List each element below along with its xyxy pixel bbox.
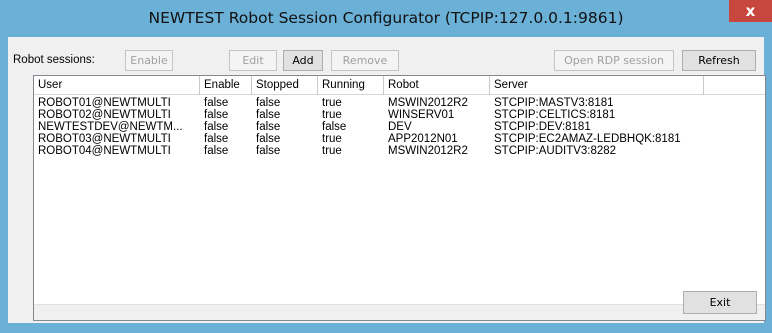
table-header: User Enable Stopped Running Robot Server (34, 76, 765, 95)
cell-enable: false (204, 121, 229, 133)
cell-enable: false (204, 97, 229, 109)
cell-server: STCPIP:DEV:8181 (494, 121, 591, 133)
cell-running: true (322, 145, 342, 157)
cell-user: ROBOT03@NEWTMULTI (38, 133, 171, 145)
cell-server: STCPIP:MASTV3:8181 (494, 97, 614, 109)
table-row[interactable]: ROBOT04@NEWTMULTI false false true MSWIN… (34, 145, 765, 157)
column-header-running[interactable]: Running (318, 76, 384, 95)
cell-running: false (322, 121, 347, 133)
cell-server: STCPIP:AUDITV3:8282 (494, 145, 617, 157)
client-area: Robot sessions: Enable Edit Add Remove O… (8, 37, 766, 323)
cell-running: true (322, 133, 342, 145)
cell-enable: false (204, 145, 229, 157)
enable-button[interactable]: Enable (125, 50, 173, 71)
cell-user: ROBOT04@NEWTMULTI (38, 145, 171, 157)
close-button[interactable]: x (729, 0, 772, 22)
cell-user: ROBOT01@NEWTMULTI (38, 97, 171, 109)
edit-button[interactable]: Edit (229, 50, 277, 71)
open-rdp-session-button[interactable]: Open RDP session (554, 50, 674, 71)
sessions-table[interactable]: User Enable Stopped Running Robot Server… (33, 75, 766, 321)
cell-running: true (322, 97, 342, 109)
table-row[interactable]: ROBOT03@NEWTMULTI false false true APP20… (34, 133, 765, 145)
cell-stopped: false (256, 109, 281, 121)
cell-server: STCPIP:EC2AMAZ-LEDBHQK:8181 (494, 133, 681, 145)
app-window: NEWTEST Robot Session Configurator (TCPI… (0, 0, 772, 333)
cell-stopped: false (256, 145, 281, 157)
title-bar[interactable]: NEWTEST Robot Session Configurator (TCPI… (0, 0, 772, 37)
cell-robot: MSWIN2012R2 (388, 97, 468, 109)
column-header-server[interactable]: Server (490, 76, 704, 95)
cell-enable: false (204, 133, 229, 145)
table-row[interactable]: ROBOT01@NEWTMULTI false false true MSWIN… (34, 97, 765, 109)
cell-robot: APP2012N01 (388, 133, 458, 145)
table-row[interactable]: ROBOT02@NEWTMULTI false false true WINSE… (34, 109, 765, 121)
cell-enable: false (204, 109, 229, 121)
cell-robot: MSWIN2012R2 (388, 145, 468, 157)
exit-button[interactable]: Exit (683, 291, 757, 314)
column-header-enable[interactable]: Enable (200, 76, 252, 95)
cell-user: NEWTESTDEV@NEWTM... (38, 121, 183, 133)
column-header-stopped[interactable]: Stopped (252, 76, 318, 95)
cell-stopped: false (256, 133, 281, 145)
cell-user: ROBOT02@NEWTMULTI (38, 109, 171, 121)
cell-stopped: false (256, 97, 281, 109)
column-header-robot[interactable]: Robot (384, 76, 490, 95)
robot-sessions-label: Robot sessions: (13, 54, 95, 66)
refresh-button[interactable]: Refresh (682, 50, 756, 71)
table-row[interactable]: NEWTESTDEV@NEWTM... false false false DE… (34, 121, 765, 133)
horizontal-scrollbar[interactable] (34, 304, 765, 320)
cell-server: STCPIP:CELTICS:8181 (494, 109, 616, 121)
cell-robot: DEV (388, 121, 412, 133)
column-header-user[interactable]: User (34, 76, 200, 95)
close-icon: x (745, 2, 756, 20)
cell-running: true (322, 109, 342, 121)
remove-button[interactable]: Remove (331, 50, 399, 71)
cell-robot: WINSERV01 (388, 109, 455, 121)
add-button[interactable]: Add (283, 50, 323, 71)
cell-stopped: false (256, 121, 281, 133)
window-title: NEWTEST Robot Session Configurator (TCPI… (148, 9, 624, 27)
